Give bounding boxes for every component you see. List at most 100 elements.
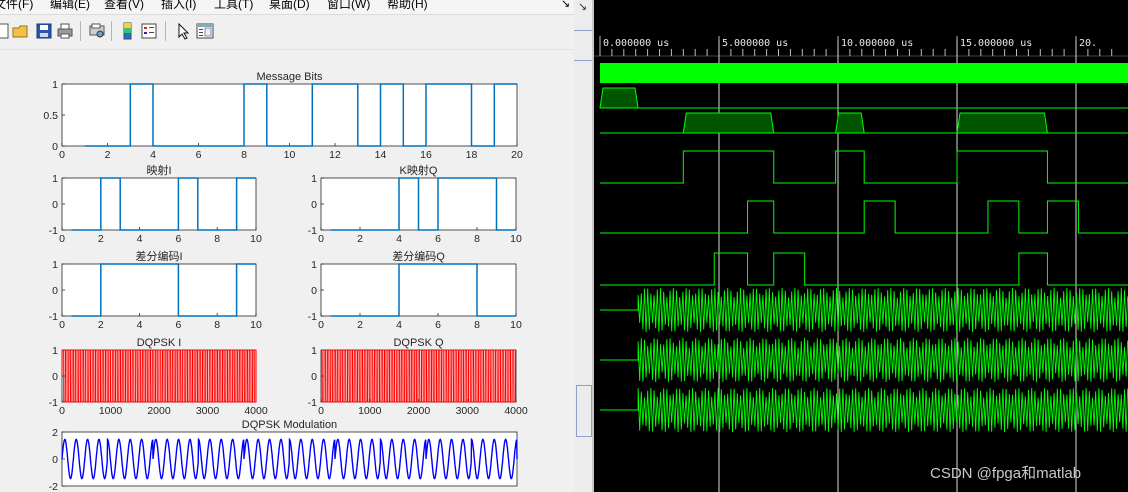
signal-track xyxy=(600,63,1128,83)
y-tick-label: 0 xyxy=(52,454,58,466)
y-tick-label: -1 xyxy=(308,225,317,237)
menu-view[interactable]: 查看(V) xyxy=(104,0,144,10)
menu-desktop[interactable]: 桌面(D) xyxy=(269,0,310,10)
y-tick-label: 0 xyxy=(52,371,58,383)
signal-track xyxy=(599,87,1128,109)
y-tick-label: -1 xyxy=(49,225,58,237)
y-tick-label: 0 xyxy=(311,371,317,383)
print-icon[interactable] xyxy=(56,22,74,40)
plot-title: 差分编码I xyxy=(135,249,182,263)
gutter-line xyxy=(574,30,592,31)
x-tick-label: 2 xyxy=(357,233,363,245)
ruler-time-label: 0.000000 us xyxy=(603,38,669,49)
bus-segment xyxy=(682,112,775,134)
x-tick-label: 12 xyxy=(329,149,341,161)
y-tick-label: 1 xyxy=(311,345,317,357)
ruler-time-label: 10.000000 us xyxy=(841,38,913,49)
x-tick-label: 4 xyxy=(150,149,156,161)
x-tick-label: 8 xyxy=(241,149,247,161)
plot-title: DQPSK Modulation xyxy=(242,419,337,431)
x-tick-label: 2000 xyxy=(407,405,431,417)
axes-dqpsk-q: DQPSK Q0 1000 2000 3000 4000-101 xyxy=(308,337,528,417)
new-figure-icon[interactable] xyxy=(0,22,12,40)
x-tick-label: 2 xyxy=(105,149,111,161)
print-preview-icon[interactable] xyxy=(88,22,106,40)
watermark: CSDN @fpga和matlab xyxy=(930,465,1082,482)
gutter-box xyxy=(576,385,592,437)
x-tick-label: 6 xyxy=(435,319,441,331)
x-tick-label: 6 xyxy=(175,319,181,331)
bus-segment xyxy=(835,112,865,134)
colorbar-icon[interactable] xyxy=(119,22,137,40)
x-tick-label: 4000 xyxy=(244,405,268,417)
x-tick-label: 10 xyxy=(510,319,522,331)
signal-track xyxy=(600,150,1128,184)
x-tick-label: 1000 xyxy=(358,405,382,417)
property-editor-icon[interactable] xyxy=(196,22,214,40)
dock-pin-icon[interactable]: ↘ xyxy=(561,0,570,10)
x-tick-label: 1000 xyxy=(99,405,123,417)
y-tick-label: 1 xyxy=(52,173,58,185)
y-tick-label: 1 xyxy=(52,345,58,357)
menu-file[interactable]: 文件(F) xyxy=(0,0,33,10)
pointer-icon[interactable] xyxy=(175,22,193,40)
menu-help[interactable]: 帮助(H) xyxy=(387,0,428,10)
x-tick-label: 4 xyxy=(396,319,402,331)
toolbar-separator xyxy=(111,21,112,41)
menu-insert[interactable]: 插入(I) xyxy=(161,0,196,10)
matlab-figure-window: 文件(F) 编辑(E) 查看(V) 插入(I) 工具(T) 桌面(D) 窗口(W… xyxy=(0,0,574,492)
x-tick-label: 10 xyxy=(250,233,262,245)
x-tick-label: 10 xyxy=(284,149,296,161)
gutter-line xyxy=(574,60,592,61)
ruler-time-label: 5.000000 us xyxy=(722,38,788,49)
x-tick-label: 3000 xyxy=(456,405,480,417)
waveform-viewer: 0.000000 us 5.000000 us 10.000000 us 15.000… xyxy=(594,0,1128,492)
x-tick-label: 6 xyxy=(435,233,441,245)
plot-title: 映射I xyxy=(146,163,171,177)
legend-icon[interactable] xyxy=(140,22,158,40)
analog-waveform xyxy=(600,387,1128,433)
plot-title: K映射Q xyxy=(400,163,438,177)
axes-map-q: K映射Q0 2 4 6 8 10-101 xyxy=(308,163,522,245)
x-tick-label: 0 xyxy=(318,405,324,417)
y-tick-label: 0 xyxy=(52,199,58,211)
x-tick-label: 8 xyxy=(214,233,220,245)
axes-message-bits: Message Bits 0 2 4 6 8 10 12 14 16 18 20 0 0.5 1 xyxy=(43,71,523,161)
signal-track xyxy=(600,252,1128,286)
axes-diff-i: 差分编码I0 2 4 6 8 10-101 xyxy=(49,249,262,331)
x-tick-label: 2 xyxy=(357,319,363,331)
y-tick-label: 1 xyxy=(311,173,317,185)
x-tick-label: 3000 xyxy=(196,405,220,417)
x-tick-label: 4 xyxy=(137,319,143,331)
save-icon[interactable] xyxy=(35,22,53,40)
signal-track xyxy=(600,387,1128,433)
x-tick-label: 18 xyxy=(466,149,478,161)
x-tick-label: 4 xyxy=(137,233,143,245)
menu-tools[interactable]: 工具(T) xyxy=(214,0,253,10)
open-folder-icon[interactable] xyxy=(12,22,30,40)
axes-map-i: 映射I0 2 4 6 8 10-101 xyxy=(49,163,262,245)
ruler-time-label: 15.000000 us xyxy=(960,38,1032,49)
plot-title: 差分编码Q xyxy=(392,249,445,263)
x-tick-label: 10 xyxy=(250,319,262,331)
signal-track xyxy=(600,287,1128,333)
y-tick-label: 1 xyxy=(52,259,58,271)
figure-toolbar xyxy=(0,15,574,50)
bus-segment xyxy=(956,112,1049,134)
pin-icon[interactable]: ↘ xyxy=(578,0,587,13)
y-tick-label: 0 xyxy=(52,141,58,153)
y-tick-label: 0 xyxy=(52,285,58,297)
menu-edit[interactable]: 编辑(E) xyxy=(50,0,90,10)
x-tick-label: 4000 xyxy=(504,405,528,417)
axes-dqpsk-modulation: DQPSK Modulation -2 0 2 xyxy=(49,419,518,492)
menu-window[interactable]: 窗口(W) xyxy=(327,0,370,10)
x-tick-label: 14 xyxy=(375,149,387,161)
x-tick-label: 20 xyxy=(511,149,523,161)
axes-frame xyxy=(61,263,257,317)
digital-waveform xyxy=(600,150,1128,184)
x-tick-label: 8 xyxy=(474,319,480,331)
y-tick-label: 1 xyxy=(52,79,58,91)
plot-title: DQPSK Q xyxy=(393,337,444,349)
x-tick-label: 4 xyxy=(396,233,402,245)
x-tick-label: 0 xyxy=(318,319,324,331)
